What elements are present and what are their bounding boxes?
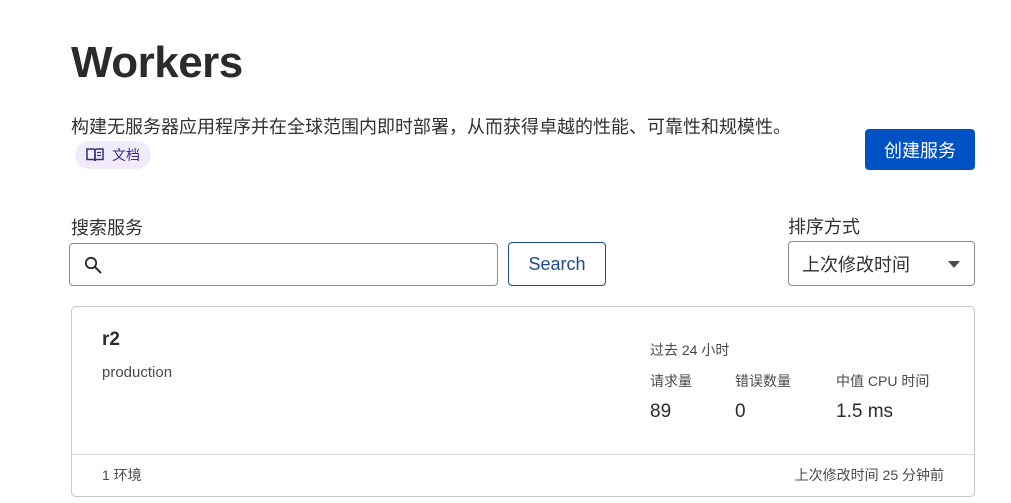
- search-button[interactable]: Search: [508, 242, 606, 286]
- service-name: r2: [102, 329, 120, 350]
- docs-link[interactable]: 文档: [75, 141, 151, 170]
- sort-label: 排序方式: [788, 217, 860, 237]
- metric-label-errors: 错误数量: [735, 373, 791, 389]
- sort-select[interactable]: 上次修改时间: [788, 241, 975, 286]
- service-card-link[interactable]: r2 production 过去 24 小时 请求量 89 错误数量 0 中值 …: [72, 307, 974, 454]
- service-card: r2 production 过去 24 小时 请求量 89 错误数量 0 中值 …: [71, 306, 975, 497]
- metric-value-errors: 0: [735, 401, 746, 422]
- docs-link-label: 文档: [112, 146, 140, 163]
- search-input[interactable]: [110, 245, 490, 284]
- metric-value-cpu: 1.5 ms: [836, 401, 894, 422]
- caret-down-icon: [948, 261, 960, 268]
- metric-value-requests: 89: [650, 401, 672, 422]
- create-service-button[interactable]: 创建服务: [865, 129, 975, 170]
- last-modified: 上次修改时间 25 分钟前: [794, 467, 944, 483]
- page-title: Workers: [71, 38, 243, 87]
- environment-count: 1 环境: [102, 467, 142, 483]
- search-label: 搜索服务: [71, 218, 143, 238]
- page-description: 构建无服务器应用程序并在全球范围内即时部署，从而获得卓越的性能、可靠性和规模性。…: [71, 113, 841, 171]
- description-text: 构建无服务器应用程序并在全球范围内即时部署，从而获得卓越的性能、可靠性和规模性。: [71, 117, 791, 137]
- sort-selected-value: 上次修改时间: [802, 254, 910, 275]
- metrics-period: 过去 24 小时: [650, 342, 730, 358]
- metric-label-cpu: 中值 CPU 时间: [836, 373, 930, 389]
- service-environment: production: [102, 364, 173, 381]
- search-icon: [84, 256, 102, 274]
- search-field[interactable]: [69, 243, 498, 286]
- book-open-icon: [86, 148, 104, 162]
- metric-label-requests: 请求量: [650, 373, 692, 389]
